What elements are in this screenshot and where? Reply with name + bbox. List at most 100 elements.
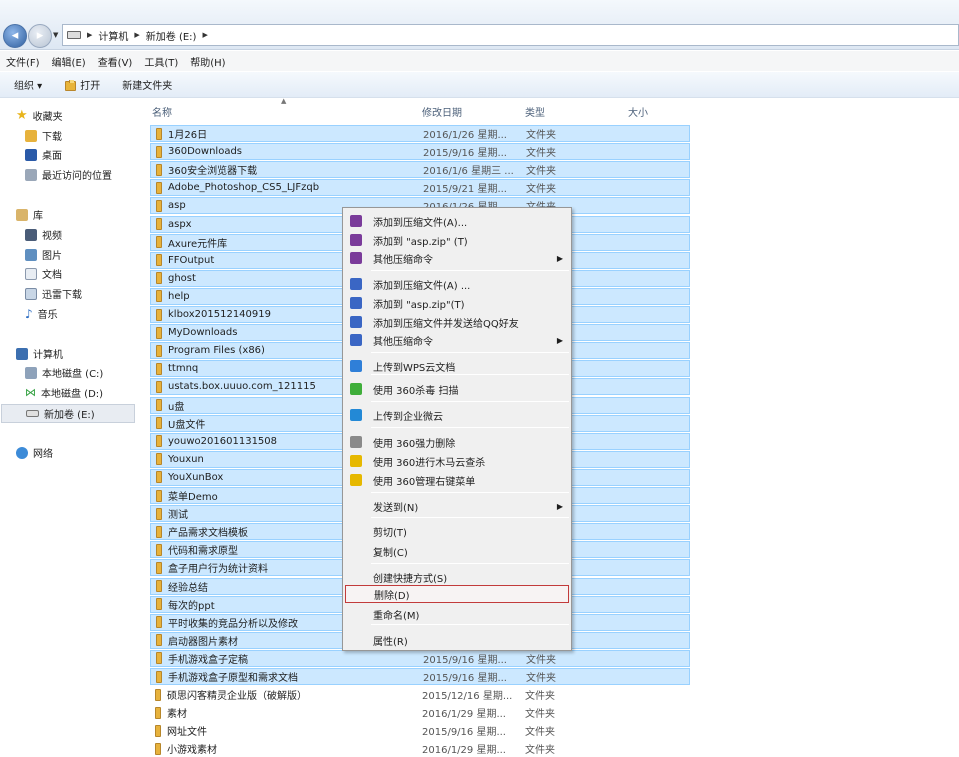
column-header-name[interactable]: 名称	[152, 104, 172, 119]
context-menu-item[interactable]: 添加到压缩文件(A)...	[345, 212, 569, 230]
sidebar-computer[interactable]: 计算机	[16, 346, 63, 361]
forward-button[interactable]: ▸	[28, 24, 52, 48]
file-name: 小游戏素材	[167, 745, 217, 757]
file-name-cell: 小游戏素材	[155, 741, 217, 756]
sidebar-item-thunder[interactable]: 迅雷下载	[25, 286, 82, 301]
file-name-cell: 素材	[155, 705, 187, 720]
file-row[interactable]: Adobe_Photoshop_CS5_LJFzqb 2015/9/21 星期..…	[150, 179, 690, 197]
downloads-folder-icon	[25, 129, 37, 142]
file-row[interactable]: 小游戏素材 2016/1/29 星期... 文件夹	[150, 740, 690, 757]
column-header-size[interactable]: 大小	[628, 104, 648, 119]
file-row[interactable]: 1月26日 2016/1/26 星期... 文件夹	[150, 125, 690, 142]
context-menu-item[interactable]: 创建快捷方式(S)	[345, 568, 569, 586]
context-menu-item[interactable]: 其他压缩命令 ▶	[345, 249, 569, 267]
context-menu-item[interactable]: 使用 360杀毒 扫描	[345, 380, 569, 398]
context-menu-item[interactable]: 属性(R)	[345, 631, 569, 649]
menu-tools[interactable]: 工具(T)	[144, 54, 178, 69]
context-menu-item[interactable]: 上传到WPS云文档	[345, 357, 569, 375]
file-name: 手机游戏盒子定稿	[168, 654, 248, 666]
sidebar-item-pictures[interactable]: 图片	[25, 247, 62, 262]
sidebar-network[interactable]: 网络	[16, 445, 53, 460]
file-name: u盘	[168, 401, 185, 413]
back-button[interactable]: ◂	[3, 24, 27, 48]
file-row[interactable]: 网址文件 2015/9/16 星期... 文件夹	[150, 722, 690, 739]
menu-file[interactable]: 文件(F)	[6, 54, 40, 69]
file-row[interactable]: 360Downloads 2015/9/16 星期... 文件夹	[150, 143, 690, 161]
context-menu-item[interactable]: 删除(D)	[345, 585, 569, 603]
context-menu-item[interactable]: 发送到(N) ▶	[345, 497, 569, 515]
menu-bar: 文件(F) 编辑(E) 查看(V) 工具(T) 帮助(H)	[0, 51, 959, 71]
context-menu-label: 删除(D)	[374, 590, 410, 602]
sidebar-libraries-label: 库	[33, 211, 43, 222]
menu-edit[interactable]: 编辑(E)	[52, 54, 86, 69]
file-name-cell: 1月26日	[156, 126, 207, 141]
organize-button[interactable]: 组织 ▾	[14, 77, 42, 92]
sidebar-item-downloads[interactable]: 下载	[25, 128, 62, 143]
file-name: 素材	[167, 709, 187, 721]
file-type: 文件夹	[525, 709, 555, 721]
chevron-right-icon[interactable]: ▶	[202, 31, 207, 39]
context-menu-item[interactable]: 添加到 "asp.zip" (T)	[345, 231, 569, 249]
sidebar-libraries[interactable]: 库	[16, 207, 43, 222]
file-name-cell: 经验总结	[156, 579, 208, 594]
system-drive-icon	[25, 366, 37, 379]
sidebar-item-drive-c[interactable]: 本地磁盘 (C:)	[25, 365, 103, 380]
sidebar-item-drive-d[interactable]: ⋈ 本地磁盘 (D:)	[25, 385, 103, 400]
file-name: Program Files (x86)	[168, 345, 265, 357]
folder-icon	[156, 561, 162, 574]
address-box[interactable]: ▶ 计算机 ▶ 新加卷 (E:) ▶	[62, 24, 959, 46]
folder-icon	[156, 417, 162, 430]
context-menu-item[interactable]: 添加到压缩文件(A) ...	[345, 275, 569, 293]
sidebar-favorites[interactable]: ★ 收藏夹	[16, 108, 63, 123]
file-row[interactable]: 硕思闪客精灵企业版（破解版） 2015/12/16 星期... 文件夹	[150, 686, 690, 703]
recent-pages-dropdown[interactable]: ▼	[53, 31, 58, 39]
breadcrumb-computer[interactable]: 计算机	[98, 28, 128, 43]
context-menu-item[interactable]: 添加到 "asp.zip"(T)	[345, 294, 569, 312]
menu-view[interactable]: 查看(V)	[98, 54, 133, 69]
context-menu-item[interactable]: 上传到企业微云	[345, 406, 569, 424]
recent-places-icon	[25, 168, 37, 181]
context-menu: 添加到压缩文件(A)... 添加到 "asp.zip" (T) 其他压缩命令 ▶ 添加到…	[342, 207, 572, 651]
360-icon	[350, 474, 362, 486]
column-header-date[interactable]: 修改日期	[422, 104, 462, 119]
context-menu-item[interactable]: 其他压缩命令 ▶	[345, 331, 569, 349]
file-name-cell: 网址文件	[155, 723, 207, 738]
sidebar-item-videos[interactable]: 视频	[25, 227, 62, 242]
file-row[interactable]: 手机游戏盒子定稿 2015/9/16 星期... 文件夹	[150, 649, 690, 667]
file-name: Youxun	[168, 453, 204, 465]
sidebar-item-recent[interactable]: 最近访问的位置	[25, 167, 112, 182]
context-menu-item[interactable]: 使用 360管理右键菜单	[345, 471, 569, 489]
folder-icon	[156, 634, 162, 647]
zip-icon	[350, 297, 362, 309]
video-icon	[25, 228, 37, 241]
sort-arrow-icon: ▲	[281, 97, 287, 105]
file-date: 2015/12/16 星期...	[422, 691, 513, 703]
file-name: klbox201512140919	[168, 309, 271, 320]
zip-icon	[350, 316, 362, 328]
context-menu-item[interactable]: 复制(C)	[345, 542, 569, 560]
context-menu-item[interactable]: 使用 360进行木马云查杀	[345, 452, 569, 470]
file-date: 2016/1/29 星期...	[422, 745, 506, 757]
command-toolbar: 组织 ▾ 打开 新建文件夹	[0, 71, 959, 98]
sidebar-item-drive-e[interactable]: 新加卷 (E:)	[1, 404, 135, 423]
context-menu-item[interactable]: 剪切(T)	[345, 522, 569, 540]
sidebar-item-music[interactable]: ♪ 音乐	[25, 306, 58, 322]
folder-icon	[156, 652, 162, 665]
sidebar-item-label: 最近访问的位置	[42, 171, 112, 182]
file-row[interactable]: 素材 2016/1/29 星期... 文件夹	[150, 704, 690, 721]
context-menu-item[interactable]: 重命名(M)	[345, 605, 569, 623]
context-menu-item[interactable]: 使用 360强力删除	[345, 433, 569, 451]
breadcrumb-drive-e[interactable]: 新加卷 (E:)	[146, 28, 197, 43]
menu-help[interactable]: 帮助(H)	[190, 54, 225, 69]
context-menu-item[interactable]: 添加到压缩文件并发送给QQ好友	[345, 313, 569, 331]
file-row[interactable]: 360安全浏览器下载 2016/1/6 星期三 ... 文件夹	[150, 161, 690, 179]
sidebar-item-documents[interactable]: 文档	[25, 266, 62, 281]
file-row[interactable]: 手机游戏盒子原型和需求文档 2015/9/16 星期... 文件夹	[150, 668, 690, 685]
sidebar-item-desktop[interactable]: 桌面	[25, 147, 62, 162]
open-button[interactable]: 打开	[64, 77, 100, 92]
file-name-cell: ustats.box.uuuo.com_121115	[156, 380, 316, 393]
file-name: 网址文件	[167, 727, 207, 739]
column-header-type[interactable]: 类型	[525, 104, 545, 119]
new-folder-button[interactable]: 新建文件夹	[122, 77, 172, 92]
file-name-cell: 测试	[156, 506, 188, 521]
